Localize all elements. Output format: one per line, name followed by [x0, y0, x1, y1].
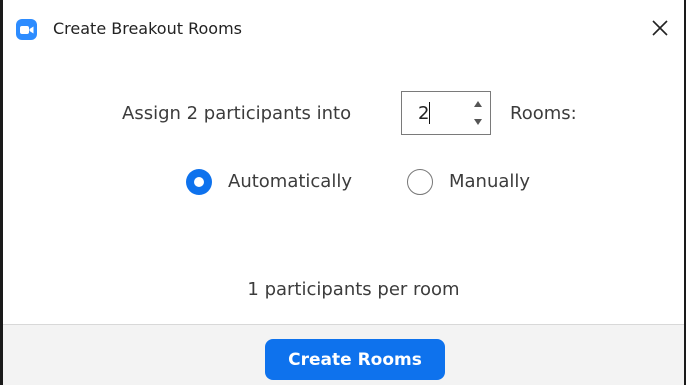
radio-manually[interactable]: Manually [407, 166, 530, 198]
create-rooms-button[interactable]: Create Rooms [265, 339, 445, 380]
window-title: Create Breakout Rooms [53, 19, 242, 38]
rooms-count-stepper[interactable] [401, 91, 491, 135]
assignment-mode-group: Automatically Manually [3, 166, 684, 198]
title-bar: Create Breakout Rooms [3, 0, 684, 58]
participants-per-room-text: 1 participants per room [247, 279, 460, 300]
radio-checked-icon[interactable] [186, 169, 212, 195]
zoom-camera-icon [16, 19, 37, 40]
radio-label-automatically: Automatically [228, 171, 352, 192]
close-icon[interactable] [646, 14, 674, 42]
radio-unchecked-icon[interactable] [407, 169, 433, 195]
assign-row: Assign 2 participants into Rooms: [3, 91, 684, 135]
radio-automatically[interactable]: Automatically [186, 166, 352, 198]
breakout-rooms-dialog: Create Breakout Rooms Assign 2 participa… [0, 0, 686, 385]
increment-arrow-icon[interactable] [471, 95, 485, 113]
dialog-footer: Create Rooms [3, 324, 684, 385]
rooms-label: Rooms: [510, 103, 577, 124]
rooms-count-input[interactable] [402, 92, 468, 134]
decrement-arrow-icon[interactable] [471, 113, 485, 131]
assign-label: Assign 2 participants into [122, 103, 352, 124]
radio-label-manually: Manually [449, 171, 531, 192]
text-cursor [429, 102, 430, 124]
